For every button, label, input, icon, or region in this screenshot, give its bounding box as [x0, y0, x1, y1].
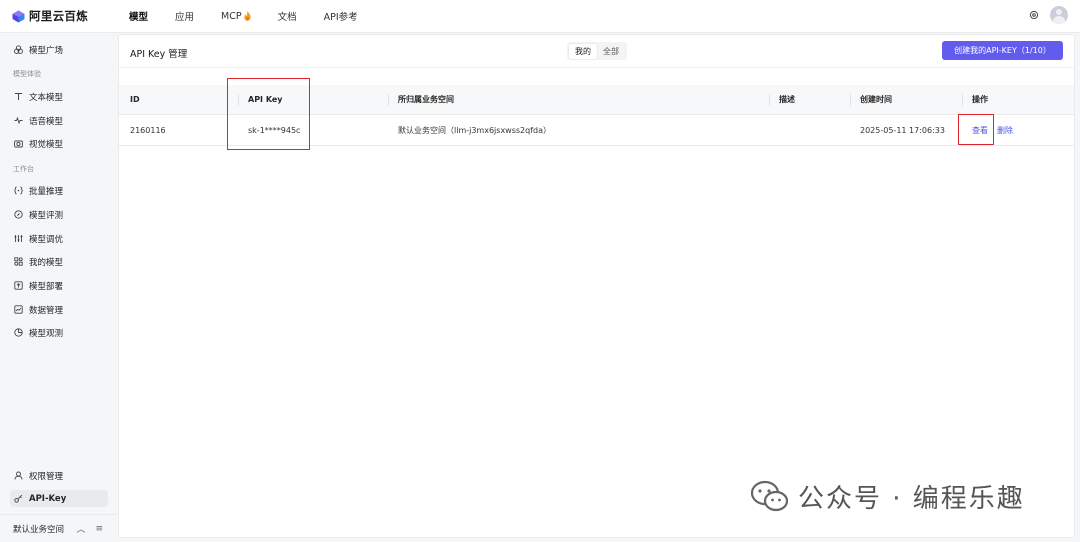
key-icon — [14, 494, 23, 503]
nav-item-apps[interactable]: 应用 — [175, 9, 194, 23]
sidebar-group-workbench: 工作台 — [13, 165, 34, 173]
main-panel: API Key 管理 我的 全部 创建我的API-KEY（1/10） ID AP… — [118, 34, 1075, 538]
sidebar-item-vision-models[interactable]: 视觉模型 — [10, 135, 108, 152]
column-header-actions: 操作 — [972, 95, 988, 104]
evaluate-icon — [14, 210, 23, 219]
data-icon — [14, 305, 23, 314]
batch-icon — [14, 186, 23, 195]
scope-toggle: 我的 全部 — [567, 42, 627, 60]
sidebar-item-audio-models[interactable]: 语音模型 — [10, 112, 108, 129]
table-row: 2160116 sk-1****945c 默认业务空间（llm-j3mx6jsx… — [119, 115, 1074, 146]
sidebar-item-model-evaluation[interactable]: 模型评测 — [10, 206, 108, 223]
avatar[interactable] — [1050, 6, 1068, 24]
chevron-up-icon[interactable]: ︿ — [76, 522, 85, 535]
sidebar-item-text-models[interactable]: 文本模型 — [10, 88, 108, 105]
scope-option-all[interactable]: 全部 — [597, 44, 625, 59]
scope-option-mine[interactable]: 我的 — [569, 43, 597, 59]
sidebar-item-label: 模型观测 — [29, 328, 64, 339]
my-models-icon — [14, 257, 23, 266]
sidebar-item-label: 数据管理 — [29, 305, 64, 316]
sidebar-item-my-models[interactable]: 我的模型 — [10, 253, 108, 270]
sidebar-group-model-experience: 模型体验 — [13, 70, 41, 78]
sidebar-item-model-tuning[interactable]: 模型调优 — [10, 230, 108, 247]
column-header-id: ID — [130, 95, 140, 104]
column-separator — [962, 94, 963, 106]
deploy-icon — [14, 281, 23, 290]
text-icon — [15, 93, 22, 100]
watermark: 公众号 · 编程乐趣 — [750, 478, 1025, 515]
table-header: ID API Key 所归属业务空间 描述 创建时间 操作 — [119, 85, 1074, 115]
sidebar-item-model-deployment[interactable]: 模型部署 — [10, 277, 108, 294]
sidebar-item-api-key[interactable]: API-Key — [10, 490, 108, 507]
sidebar-item-label: 模型调优 — [29, 234, 64, 245]
sidebar-item-model-observation[interactable]: 模型观测 — [10, 324, 108, 341]
nav-item-docs[interactable]: 文档 — [278, 9, 297, 23]
wechat-icon — [750, 480, 789, 511]
sidebar-item-permissions[interactable]: 权限管理 — [10, 467, 108, 484]
column-separator — [769, 94, 770, 106]
fire-icon — [243, 11, 251, 21]
header-divider — [119, 67, 1074, 68]
nav-item-api-reference[interactable]: API参考 — [324, 9, 358, 23]
workspace-label: 默认业务空间 — [13, 524, 65, 535]
user-icon — [14, 471, 23, 480]
view-link[interactable]: 查看 — [972, 115, 988, 145]
sidebar-item-label: 我的模型 — [29, 257, 64, 268]
observe-icon — [14, 328, 23, 337]
cell-workspace: 默认业务空间（llm-j3mx6jsxwss2qfda） — [398, 125, 552, 135]
sidebar-item-model-square[interactable]: 模型广场 — [10, 41, 108, 58]
column-separator — [388, 94, 389, 106]
delete-link[interactable]: 删除 — [997, 115, 1013, 145]
cell-api-key: sk-1****945c — [248, 125, 301, 135]
nav-item-mcp[interactable]: MCP — [221, 11, 251, 22]
column-header-api-key: API Key — [248, 95, 283, 104]
audio-wave-icon — [14, 116, 23, 125]
camera-icon — [14, 140, 23, 148]
column-header-description: 描述 — [779, 95, 795, 104]
logo-icon — [12, 10, 25, 22]
column-separator — [850, 94, 851, 106]
sidebar-item-label: 文本模型 — [29, 92, 64, 103]
workspace-controls: ︿ ≡ — [76, 522, 103, 536]
sidebar-item-label: 模型部署 — [29, 281, 64, 292]
nav-right — [1029, 6, 1068, 24]
sidebar-item-label: 模型评测 — [29, 210, 64, 221]
nav-item-models[interactable]: 模型 — [129, 9, 148, 23]
cell-created: 2025-05-11 17:06:33 — [860, 125, 945, 135]
logo[interactable]: 阿里云百炼 — [12, 8, 129, 24]
page-title: API Key 管理 — [130, 49, 188, 60]
sidebar-item-label: 视觉模型 — [29, 139, 64, 150]
sidebar-item-label: 权限管理 — [29, 471, 64, 482]
column-separator — [238, 94, 239, 106]
sidebar-item-label: API-Key — [29, 493, 67, 504]
workspace-switcher[interactable]: 默认业务空间 ︿ ≡ — [0, 514, 117, 542]
settings-icon[interactable] — [1029, 10, 1039, 20]
cell-id: 2160116 — [130, 125, 166, 135]
sidebar-item-batch-inference[interactable]: 批量推理 — [10, 182, 108, 199]
model-square-icon — [14, 45, 23, 54]
column-header-created: 创建时间 — [860, 95, 892, 104]
nav-item-mcp-label: MCP — [221, 10, 242, 22]
sidebar-item-label: 模型广场 — [29, 45, 64, 56]
column-header-workspace: 所归属业务空间 — [398, 95, 454, 104]
sidebar-item-label: 语音模型 — [29, 116, 64, 127]
create-api-key-button[interactable]: 创建我的API-KEY（1/10） — [942, 41, 1063, 60]
logo-text: 阿里云百炼 — [29, 9, 88, 23]
top-nav: 阿里云百炼 模型 应用 MCP 文档 API参考 — [0, 0, 1080, 33]
sidebar-item-label: 批量推理 — [29, 186, 64, 197]
sidebar-item-data-management[interactable]: 数据管理 — [10, 301, 108, 318]
sidebar: 模型广场 模型体验 文本模型 语音模型 视觉模型 工作台 批量推理 模型评测 模… — [0, 34, 117, 542]
watermark-text: 公众号 · 编程乐趣 — [798, 484, 1025, 514]
sliders-icon — [14, 235, 23, 242]
menu-icon[interactable]: ≡ — [95, 524, 103, 534]
